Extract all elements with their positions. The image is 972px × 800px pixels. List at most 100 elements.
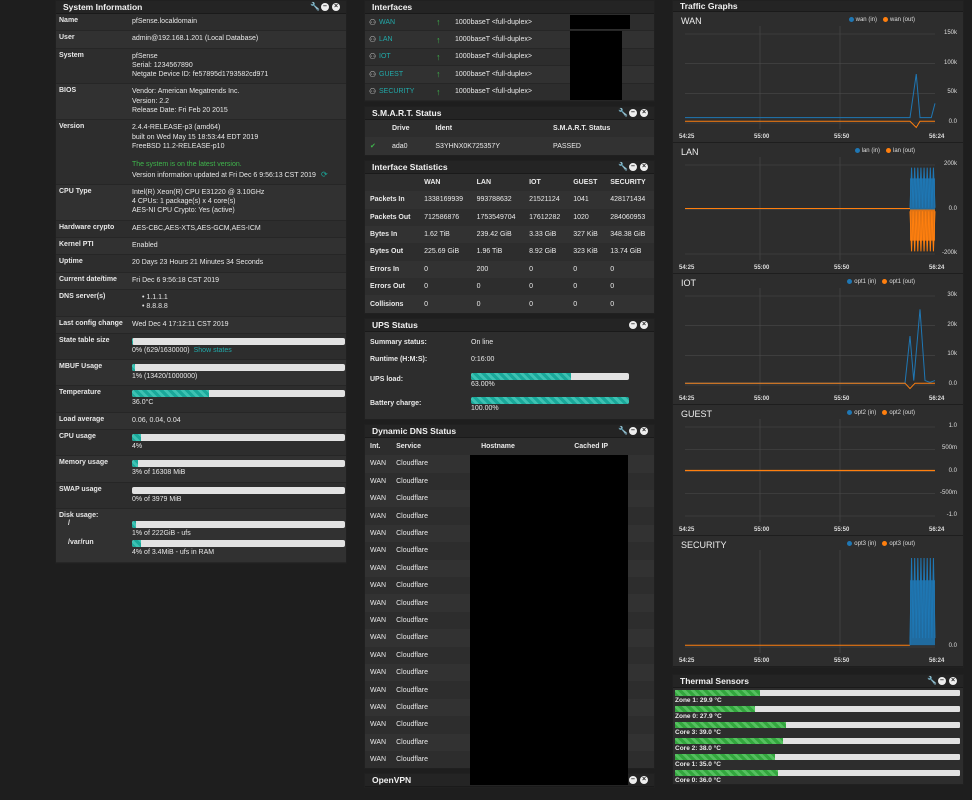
thermal-sensor: Core 0: 36.0 °C <box>673 768 963 784</box>
ddns-service: Cloudflare <box>391 455 468 473</box>
thermal-panel: Thermal Sensors 🔧 – × Zone 1: 29.9 °C Zone … <box>672 674 964 785</box>
wrench-icon[interactable]: 🔧 <box>618 108 628 117</box>
y-tick: -1.0 <box>946 512 957 518</box>
stat-value: 0 <box>424 283 429 291</box>
thermal-label: Core 3: 39.0 °C <box>675 729 721 736</box>
wrench-icon[interactable]: 🔧 <box>310 3 320 11</box>
row-label: Errors In <box>365 260 420 279</box>
legend-dot <box>848 17 854 22</box>
stat-value: 1020 <box>573 213 589 221</box>
col-header: IOT <box>529 178 541 186</box>
close-icon[interactable]: × <box>640 426 648 435</box>
info-label: CPU usage <box>59 433 96 441</box>
info-label: BIOS <box>59 87 77 95</box>
info-value: 3% of 16308 MiB <box>132 459 346 477</box>
mbuf-bar <box>132 364 345 372</box>
graph-canvas <box>685 550 936 653</box>
header-row: WAN LAN IOT GUEST SECURITY <box>365 174 654 191</box>
wrench-icon[interactable]: 🔧 <box>618 162 628 171</box>
mount-path: / <box>68 519 70 527</box>
close-icon[interactable]: × <box>640 108 648 117</box>
minimize-icon[interactable]: – <box>321 3 329 11</box>
ddns-service: Cloudflare <box>396 651 428 659</box>
traffic-graph-list: WAN wan (in) wan (out) 150k 100k 50k 0.0 54:25 5… <box>673 12 963 667</box>
x-tick: 55:50 <box>834 658 850 664</box>
interface-link[interactable]: WAN <box>379 19 436 26</box>
ups-runtime-label: Runtime (H:M:S): <box>370 355 428 363</box>
temperature-text: 36.0°C <box>132 398 346 407</box>
ddns-interface: WAN <box>365 629 392 647</box>
ddns-service: Cloudflare <box>396 756 428 764</box>
info-label: Kernel PTI <box>59 241 94 249</box>
info-line: Version: 2.2 <box>132 97 169 105</box>
stat-value: 13.74 GiB <box>610 248 642 256</box>
col-header: Cached IP <box>574 443 609 451</box>
state_table-value: 0% (629/1630000) <box>132 346 190 354</box>
refresh-icon[interactable]: ⟳ <box>321 170 328 179</box>
stat-value: 0 <box>610 283 615 291</box>
close-icon[interactable]: × <box>640 320 648 329</box>
x-tick: 54:25 <box>679 134 695 140</box>
graph-canvas <box>685 26 936 129</box>
dns-list: • 1.1.1.1 • 8.8.8.8 <box>132 293 346 312</box>
swap-value: 0% of 3979 MiB <box>132 495 182 503</box>
info-value: • 1.1.1.1 • 8.8.8.8 <box>132 293 346 312</box>
ddns-interface: WAN <box>365 524 392 543</box>
wrench-icon[interactable]: 🔧 <box>927 677 937 685</box>
x-tick: 55:50 <box>834 265 850 271</box>
cpu-value: 4% <box>132 443 143 451</box>
x-tick: 54:25 <box>679 658 695 664</box>
stat-value: 200 <box>471 260 525 279</box>
bar-fill <box>132 520 137 528</box>
close-icon[interactable]: × <box>640 162 648 171</box>
minimize-icon[interactable]: – <box>629 776 637 785</box>
network-icon: ⚇ <box>369 17 377 27</box>
row-label: Bytes In <box>365 225 420 244</box>
interface-link[interactable]: SECURITY <box>379 88 436 95</box>
y-tick: 10k <box>947 351 957 358</box>
close-icon[interactable]: × <box>332 3 340 11</box>
info-label: Uptime <box>59 258 83 266</box>
interface-link[interactable]: LAN <box>379 36 436 43</box>
close-icon[interactable]: × <box>640 776 648 785</box>
interface-link[interactable]: GUEST <box>379 71 436 78</box>
legend-dot <box>885 148 891 153</box>
smart-table: Drive Ident S.M.A.R.T. Status ✔ ada0 S3YHN… <box>365 120 654 155</box>
series-in-area <box>910 580 935 646</box>
x-tick: 56:24 <box>929 134 945 140</box>
close-icon[interactable]: × <box>949 677 957 685</box>
traffic-graph-lan: LAN lan (in) lan (out) 200k 0.0 -200k 54:25 55:… <box>673 143 963 274</box>
y-tick: 0.0 <box>948 467 957 474</box>
bar-fill <box>132 390 209 398</box>
series-in-area <box>910 178 935 210</box>
minimize-icon[interactable]: – <box>629 162 637 171</box>
minimize-icon[interactable]: – <box>629 320 637 329</box>
check-icon: ✔ <box>370 143 376 151</box>
col-header: Service <box>396 443 421 451</box>
legend-in-label: opt1 (in) <box>854 279 877 286</box>
arrow-up-icon: ↑ <box>436 17 441 28</box>
legend-dot <box>882 279 888 284</box>
cpu-bar <box>132 434 345 442</box>
legend-dot <box>847 541 853 546</box>
arrow-up-icon: ↑ <box>436 51 441 62</box>
minimize-icon[interactable]: – <box>938 677 946 685</box>
bar-fill <box>132 434 141 442</box>
legend-dot <box>847 410 853 415</box>
table-row: Bytes Out 225.69 GiB 1.96 TiB 8.92 GiB 323 K… <box>365 243 654 260</box>
info-line: 2.4.4-RELEASE-p3 (amd64) <box>132 124 221 132</box>
bar-fill <box>132 364 135 372</box>
minimize-icon[interactable]: – <box>629 108 637 117</box>
show-states-link[interactable]: Show states <box>194 347 232 354</box>
mount-path: /var/run <box>68 539 94 547</box>
legend-out-label: opt2 (out) <box>889 410 915 417</box>
x-tick: 55:50 <box>834 527 850 533</box>
minimize-icon[interactable]: – <box>629 426 637 435</box>
wrench-icon[interactable]: 🔧 <box>618 426 628 435</box>
interface-link[interactable]: IOT <box>379 53 436 60</box>
info-label: DNS server(s) <box>59 292 106 300</box>
info-label: SWAP usage <box>59 485 102 493</box>
ups-load-label: UPS load: <box>370 376 404 384</box>
info-row: CPU usage 4% <box>56 430 346 457</box>
info-label: Memory usage <box>59 459 109 467</box>
